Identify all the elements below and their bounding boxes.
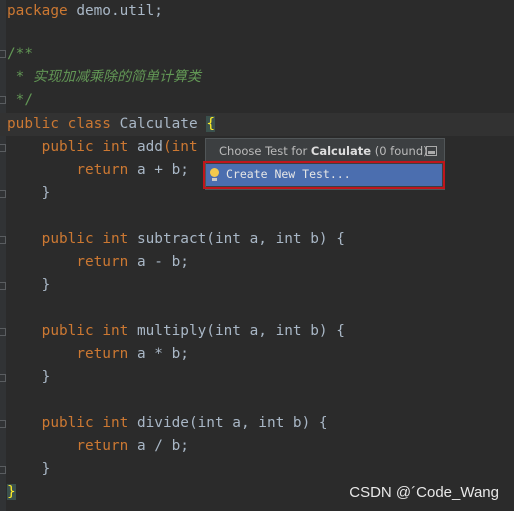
fold-icon[interactable] [0, 466, 6, 474]
code-line-return[interactable]: return a - b; [7, 251, 189, 274]
code-line-class-decl[interactable]: public class Calculate { [0, 113, 514, 136]
code-line-close[interactable]: } [7, 182, 51, 205]
code-line-return[interactable]: return a + b; [7, 159, 189, 182]
code-line-method-subtract[interactable]: public int subtract(int a, int b) { [7, 228, 345, 251]
code-line-doc-text[interactable]: * 实现加减乘除的简单计算类 [7, 66, 201, 89]
fold-icon[interactable] [0, 282, 6, 290]
fold-icon[interactable] [0, 328, 6, 336]
watermark: CSDN @´Code_Wang [349, 484, 499, 501]
code-line-method-divide[interactable]: public int divide(int a, int b) { [7, 412, 328, 435]
fold-icon[interactable] [0, 374, 6, 382]
code-line-doc-open[interactable]: /** [7, 43, 33, 66]
code-line-close[interactable]: } [7, 366, 51, 389]
code-line-doc-close[interactable]: */ [7, 89, 33, 112]
fold-icon[interactable] [0, 420, 6, 428]
code-line-return[interactable]: return a / b; [7, 435, 189, 458]
code-line-return[interactable]: return a * b; [7, 343, 189, 366]
code-line-package[interactable]: package demo.util; [7, 0, 163, 23]
code-line-method-multiply[interactable]: public int multiply(int a, int b) { [7, 320, 345, 343]
fold-icon[interactable] [0, 236, 6, 244]
fold-icon[interactable] [0, 50, 6, 58]
popup-title: Choose Test for Calculate (0 found) [219, 144, 428, 158]
code-line-method-add[interactable]: public int add(int [7, 136, 198, 159]
code-line-class-close[interactable]: } [7, 481, 16, 504]
fold-icon[interactable] [0, 96, 6, 104]
fold-icon[interactable] [0, 190, 6, 198]
annotation-highlight-box [203, 161, 445, 189]
pin-window-icon[interactable] [426, 146, 437, 156]
fold-icon[interactable] [0, 144, 6, 152]
editor-gutter [0, 0, 6, 511]
code-line-close[interactable]: } [7, 458, 51, 481]
code-line-close[interactable]: } [7, 274, 51, 297]
